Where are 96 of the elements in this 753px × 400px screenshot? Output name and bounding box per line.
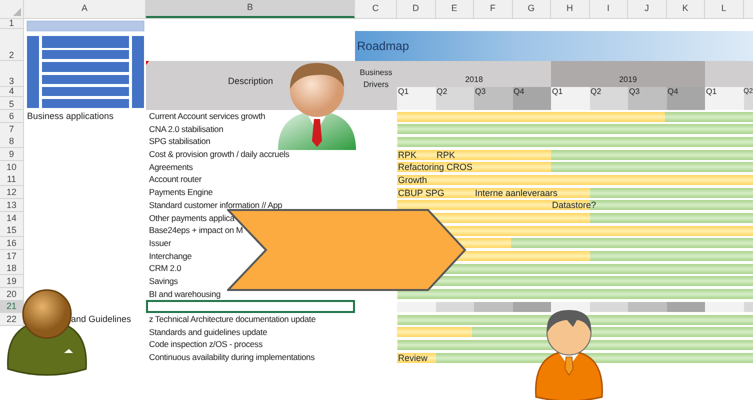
description-text: Continuous availability during implementations bbox=[149, 352, 315, 362]
row-number[interactable]: 2 bbox=[0, 29, 24, 61]
row-number[interactable]: 21 bbox=[0, 300, 24, 314]
quarter-header: Q2 bbox=[436, 87, 474, 97]
row-number[interactable]: 1 bbox=[0, 19, 24, 29]
description-text: Payments Engine bbox=[149, 187, 213, 198]
quarter-shade bbox=[551, 97, 590, 110]
bar-note: RPK bbox=[436, 150, 456, 160]
row-number[interactable]: 8 bbox=[0, 135, 24, 148]
description-text: Agreements bbox=[149, 162, 193, 172]
quarter-shade bbox=[551, 302, 590, 312]
description-text: BI and warehousing bbox=[149, 288, 221, 299]
description-text: Savings bbox=[149, 276, 178, 286]
description-text: Code inspection z/OS - process bbox=[149, 339, 263, 350]
column-header[interactable]: G bbox=[512, 0, 551, 18]
description-text: Account router bbox=[149, 174, 202, 184]
quarter-shade bbox=[436, 302, 474, 312]
row-number[interactable]: 19 bbox=[0, 274, 24, 288]
column-header[interactable]: D bbox=[397, 0, 436, 18]
quarter-shade bbox=[666, 302, 705, 312]
comment-indicator-icon bbox=[146, 61, 149, 65]
row-number[interactable]: 20 bbox=[0, 288, 24, 301]
column-heading: Business Drivers bbox=[358, 67, 394, 91]
quarter-shade bbox=[397, 302, 436, 312]
bar-note: Interne aanleveraars bbox=[474, 188, 558, 198]
quarter-shade bbox=[474, 302, 512, 312]
quarter-header: Q1 bbox=[397, 87, 436, 97]
bar-note: Review bbox=[397, 352, 428, 363]
row-number[interactable]: 18 bbox=[0, 262, 24, 276]
row-number[interactable]: 3 bbox=[0, 61, 24, 87]
description-text: Other payments applica bbox=[149, 212, 234, 222]
column-header[interactable]: F bbox=[474, 0, 512, 18]
bar-note: Refactoring CROS bbox=[397, 162, 473, 172]
cell-text: and Guidelines bbox=[71, 313, 132, 326]
row-number[interactable]: 13 bbox=[0, 198, 24, 212]
description-text: Current Account services growth bbox=[149, 111, 266, 121]
description-text: Standard customer information // App bbox=[149, 200, 282, 210]
description-text: Standards and guidelines update bbox=[149, 326, 268, 337]
year-header: 2018 bbox=[397, 61, 551, 87]
quarter-header: Q4 bbox=[666, 87, 705, 97]
quarter-shade bbox=[590, 302, 628, 312]
column-heading: Description bbox=[228, 74, 274, 88]
row-number[interactable]: 12 bbox=[0, 186, 24, 200]
column-header[interactable]: L bbox=[705, 0, 744, 18]
bar-note: Datastore? bbox=[551, 200, 596, 210]
quarter-shade bbox=[436, 97, 474, 110]
quarter-shade bbox=[628, 97, 666, 110]
column-header[interactable]: B bbox=[146, 0, 355, 18]
bar-note: RPK bbox=[397, 150, 417, 160]
row-number[interactable]: 10 bbox=[0, 160, 24, 174]
description-text: Cost & provision growth / daily accruels bbox=[149, 149, 290, 160]
row-number[interactable]: 4 bbox=[0, 87, 24, 97]
year-header: 2019 bbox=[551, 61, 705, 87]
description-text: z Technical Architecture documentation update bbox=[149, 314, 316, 324]
description-text: SPG stabilisation bbox=[149, 136, 210, 146]
column-header[interactable]: H bbox=[551, 0, 590, 18]
quarter-shade bbox=[512, 97, 551, 110]
description-text: Base24eps + impact on M bbox=[149, 225, 243, 236]
quarter-shade bbox=[666, 97, 705, 110]
row-number[interactable]: 5 bbox=[0, 97, 24, 110]
quarter-header: Q3 bbox=[628, 87, 666, 97]
description-text: Issuer bbox=[149, 238, 171, 248]
quarter-header: Q1 bbox=[551, 87, 590, 97]
row-number[interactable]: 6 bbox=[0, 110, 24, 123]
quarter-shade bbox=[474, 97, 512, 110]
quarter-shade bbox=[397, 97, 436, 110]
person-icon bbox=[276, 61, 358, 151]
quarter-header: Q2 bbox=[590, 87, 628, 97]
description-text: CRM 2.0 bbox=[149, 263, 182, 274]
quarter-shade bbox=[590, 97, 628, 110]
quarter-header: Q1 bbox=[705, 87, 744, 97]
quarter-header: Q3 bbox=[474, 87, 512, 97]
row-number[interactable]: 7 bbox=[0, 122, 24, 136]
quarter-shade bbox=[512, 302, 551, 312]
row-number[interactable]: 14 bbox=[0, 212, 24, 224]
row-number[interactable]: 17 bbox=[0, 250, 24, 263]
description-text: Interchange bbox=[149, 250, 192, 261]
bar-note: Growth bbox=[397, 174, 428, 185]
cell-text: Business applications bbox=[27, 110, 114, 123]
roadmap-banner: Roadmap bbox=[355, 31, 753, 61]
description-text: CNA 2.0 stabilisation bbox=[149, 124, 224, 134]
bar-note: CBUP SPG bbox=[397, 188, 444, 198]
selected-cell[interactable] bbox=[146, 300, 355, 314]
row-number[interactable]: 16 bbox=[0, 236, 24, 250]
column-header[interactable]: E bbox=[436, 0, 474, 18]
column-header[interactable]: C bbox=[355, 0, 397, 18]
column-header[interactable]: I bbox=[590, 0, 628, 18]
quarter-shade bbox=[628, 302, 666, 312]
row-number[interactable]: 15 bbox=[0, 224, 24, 238]
row-number[interactable]: 22 bbox=[0, 313, 24, 326]
row-number[interactable]: 9 bbox=[0, 148, 24, 162]
column-header[interactable]: J bbox=[628, 0, 666, 18]
header-band bbox=[705, 61, 753, 87]
quarter-header: Q4 bbox=[512, 87, 551, 97]
row-number[interactable]: 11 bbox=[0, 173, 24, 186]
column-header[interactable]: K bbox=[666, 0, 705, 18]
